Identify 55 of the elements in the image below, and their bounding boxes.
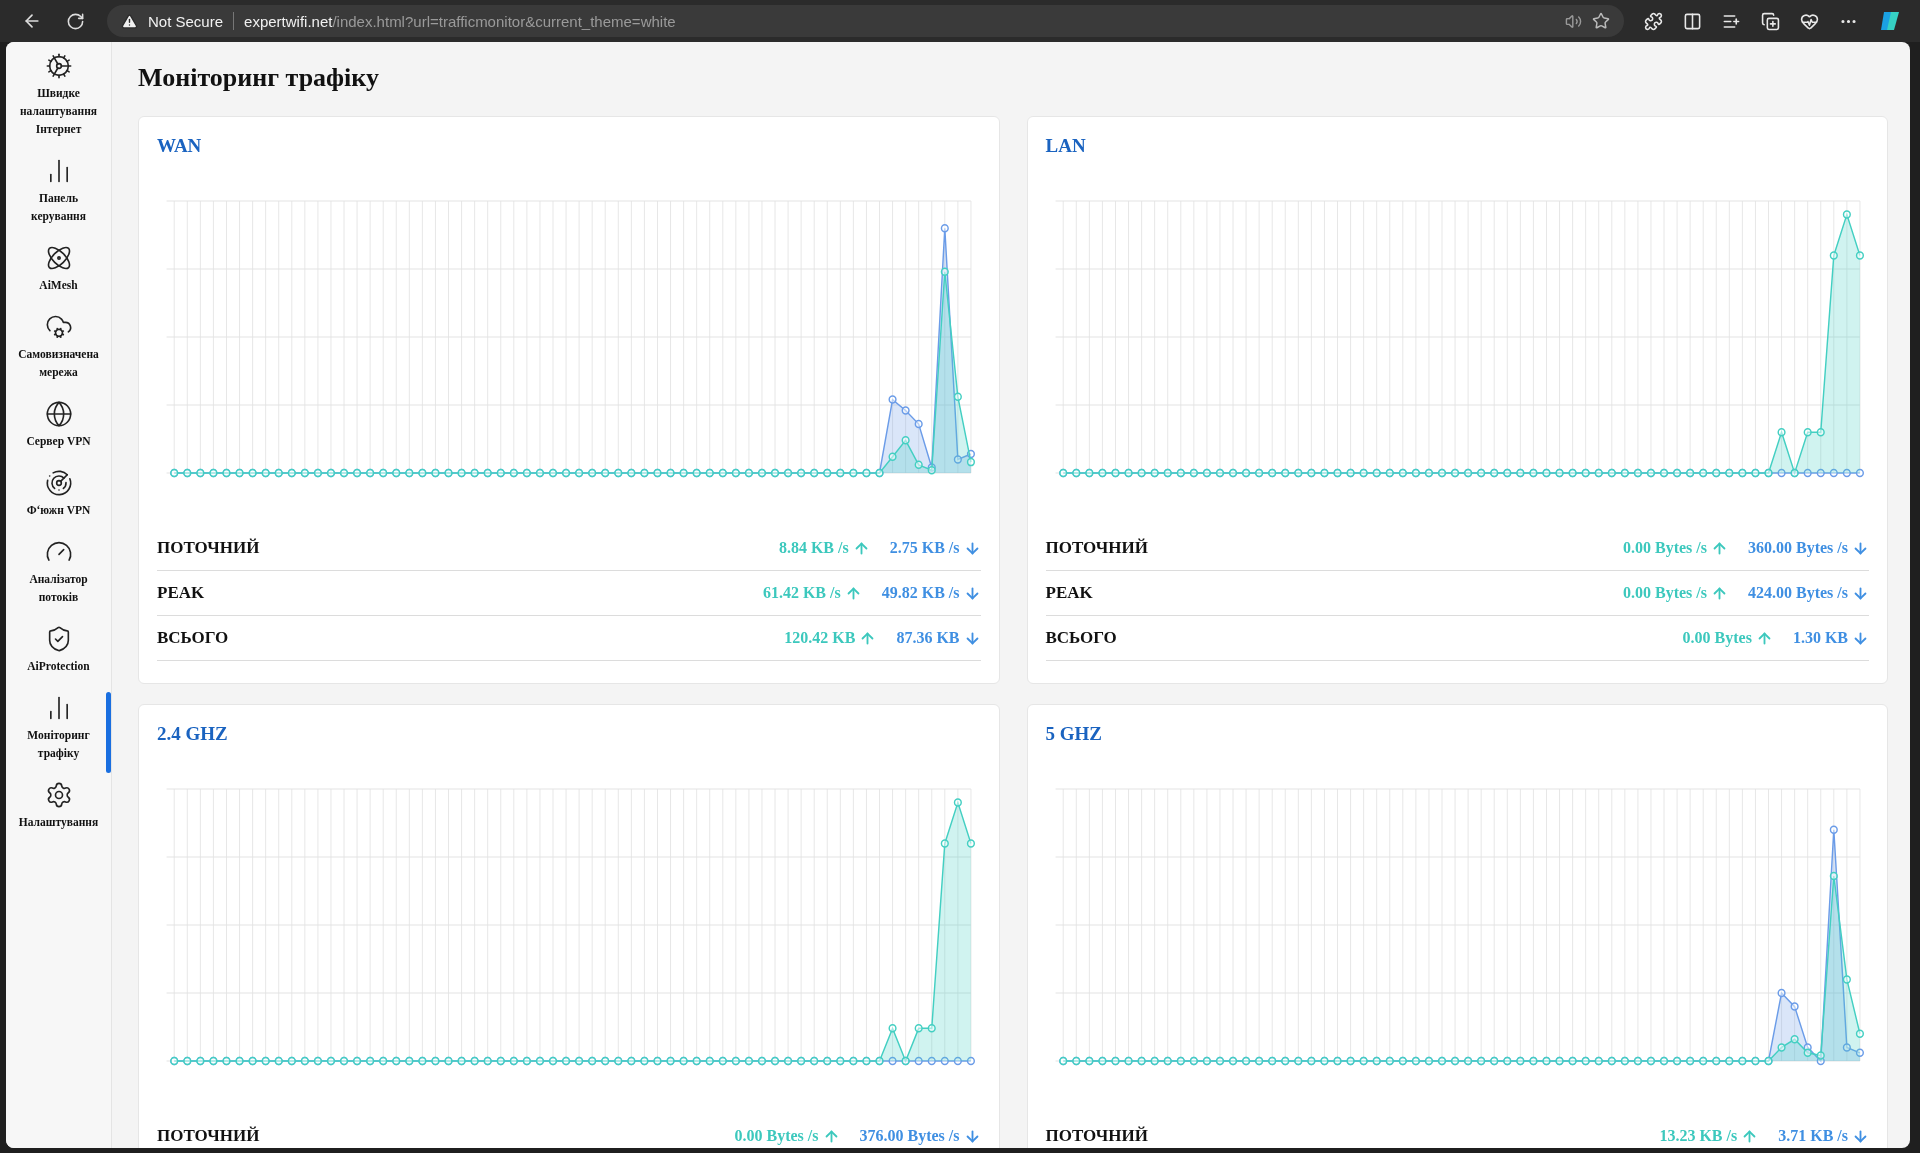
cog-icon bbox=[44, 52, 73, 80]
download-value: 87.36 KB bbox=[896, 629, 960, 647]
upload-value: 13.23 KB /s bbox=[1659, 1127, 1738, 1145]
stat-label: ПОТОЧНИЙ bbox=[157, 538, 261, 558]
address-bar[interactable]: Not Secure expertwifi.net/index.html?url=trafficmonitor&current_theme=white bbox=[107, 5, 1624, 37]
puzzle-icon[interactable] bbox=[1644, 11, 1663, 31]
download-value: 1.30 KB bbox=[1792, 629, 1848, 647]
assistant-logo-icon[interactable] bbox=[1878, 9, 1902, 33]
sidebar-item[interactable]: Моніторинг трафіку bbox=[6, 694, 111, 781]
card-title: 2.4 GHZ bbox=[157, 723, 229, 745]
download-value: 424.00 Bytes /s bbox=[1748, 584, 1848, 602]
reload-icon bbox=[66, 11, 85, 31]
stat-label: ПОТОЧНИЙ bbox=[1045, 538, 1149, 558]
collections-icon[interactable] bbox=[1761, 11, 1780, 31]
page-title: Моніторинг трафіку bbox=[138, 62, 380, 94]
heart-icon[interactable] bbox=[1800, 11, 1819, 31]
star-icon[interactable] bbox=[1592, 12, 1610, 30]
sidebar-item[interactable]: Самовизначена мережа bbox=[6, 313, 111, 400]
download-value: 49.82 KB /s bbox=[881, 584, 960, 602]
sidebar-item[interactable]: Швидке налаштування Інтернет bbox=[6, 52, 111, 157]
stat-label: PEAK bbox=[1045, 583, 1094, 603]
url-text: expertwifi.net/index.html?url=trafficmonitor&current_theme=white bbox=[244, 12, 677, 30]
globe-icon bbox=[44, 400, 73, 428]
stat-label: ПОТОЧНИЙ bbox=[1045, 1126, 1149, 1146]
stat-label: ВСЬОГО bbox=[157, 628, 230, 648]
card-title: LAN bbox=[1045, 135, 1087, 157]
upload-value: 0.00 Bytes /s bbox=[734, 1127, 819, 1145]
sidebar-item[interactable]: Ф‘южн VPN bbox=[6, 469, 111, 538]
sidebar-item[interactable]: Аналізатор потоків bbox=[6, 538, 111, 625]
stat-label: ПОТОЧНИЙ bbox=[157, 1126, 261, 1146]
upload-value: 0.00 Bytes bbox=[1682, 629, 1752, 647]
sidebar-item[interactable]: Сервер VPN bbox=[6, 400, 111, 469]
warning-icon bbox=[121, 12, 138, 30]
card-title: 5 GHZ bbox=[1045, 723, 1103, 745]
sidebar-item[interactable]: AiProtection bbox=[6, 625, 111, 694]
sidebar-item[interactable]: Налаштування bbox=[6, 781, 111, 850]
sidebar-item[interactable]: AiMesh bbox=[6, 244, 111, 313]
card-title: WAN bbox=[157, 135, 203, 157]
security-label: Not Secure bbox=[148, 12, 224, 30]
download-value: 3.71 KB /s bbox=[1778, 1127, 1848, 1145]
upload-value: 0.00 Bytes /s bbox=[1623, 584, 1707, 602]
download-value: 360.00 Bytes /s bbox=[1748, 539, 1848, 557]
stat-label: PEAK bbox=[157, 583, 206, 603]
download-value: 2.75 KB /s bbox=[889, 539, 960, 557]
speaker-icon[interactable] bbox=[1565, 12, 1582, 30]
stat-label: ВСЬОГО bbox=[1045, 628, 1118, 648]
upload-value: 0.00 Bytes /s bbox=[1623, 539, 1707, 557]
cloud-icon bbox=[44, 313, 73, 341]
upload-value: 120.42 KB bbox=[784, 629, 856, 647]
sidebar-item[interactable]: Панель керування bbox=[6, 157, 111, 244]
split-view-icon[interactable] bbox=[1683, 11, 1702, 31]
download-value: 376.00 Bytes /s bbox=[859, 1127, 960, 1145]
upload-value: 61.42 KB /s bbox=[762, 584, 841, 602]
upload-value: 8.84 KB /s bbox=[778, 539, 849, 557]
radar-icon bbox=[44, 469, 73, 497]
